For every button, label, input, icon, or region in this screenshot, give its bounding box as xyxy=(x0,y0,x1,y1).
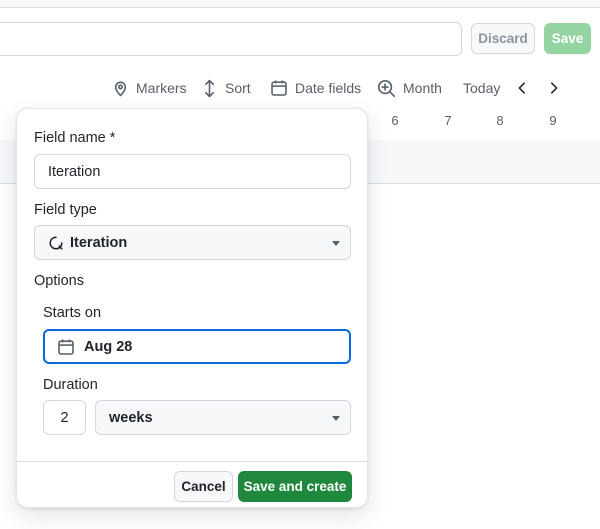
view-name-input[interactable] xyxy=(0,22,462,56)
chevron-left-icon xyxy=(515,81,529,95)
cancel-button[interactable]: Cancel xyxy=(174,471,233,502)
chevron-right-icon xyxy=(547,81,561,95)
field-type-select[interactable]: Iteration xyxy=(34,225,351,260)
options-heading: Options xyxy=(34,273,84,289)
markers-label: Markers xyxy=(136,80,187,96)
chevron-down-icon xyxy=(332,240,340,246)
new-field-dialog: Field name * Iteration Field type Iterat… xyxy=(16,108,368,508)
duration-unit-select[interactable]: weeks xyxy=(95,400,351,435)
sort-button[interactable]: Sort xyxy=(201,76,251,100)
previous-button[interactable] xyxy=(515,76,529,100)
date-fields-label: Date fields xyxy=(295,80,362,96)
duration-label: Duration xyxy=(43,377,98,393)
zoom-button[interactable]: Month xyxy=(377,76,442,100)
zoom-label: Month xyxy=(403,80,442,96)
footer-divider xyxy=(17,461,367,462)
duration-unit-value: weeks xyxy=(109,409,153,426)
starts-on-input[interactable]: Aug 28 xyxy=(43,329,351,364)
sort-icon xyxy=(201,79,218,98)
date-fields-button[interactable]: Date fields xyxy=(270,76,361,100)
save-and-create-button[interactable]: Save and create xyxy=(238,471,352,502)
location-pin-icon xyxy=(112,80,129,97)
zoom-in-icon xyxy=(377,79,396,98)
chevron-down-icon xyxy=(332,415,340,421)
calendar-icon xyxy=(57,338,75,356)
duration-number-input[interactable]: 2 xyxy=(43,400,86,435)
markers-button[interactable]: Markers xyxy=(112,76,187,100)
starts-on-label: Starts on xyxy=(43,305,102,321)
save-button[interactable]: Save xyxy=(544,23,591,54)
day-label: 6 xyxy=(391,113,399,128)
today-button[interactable]: Today xyxy=(463,76,500,100)
field-name-label: Field name * xyxy=(34,130,116,146)
top-strip xyxy=(0,0,600,8)
field-type-label: Field type xyxy=(34,202,97,218)
starts-on-value: Aug 28 xyxy=(84,338,133,355)
sort-label: Sort xyxy=(225,80,251,96)
day-label: 8 xyxy=(496,113,504,128)
field-type-value: Iteration xyxy=(70,234,128,251)
today-label: Today xyxy=(463,80,501,96)
discard-button[interactable]: Discard xyxy=(471,23,535,54)
calendar-icon xyxy=(270,79,288,97)
iteration-icon xyxy=(48,235,64,251)
next-button[interactable] xyxy=(547,76,561,100)
day-label: 7 xyxy=(444,113,452,128)
field-name-input[interactable]: Iteration xyxy=(34,154,351,189)
day-label: 9 xyxy=(549,113,557,128)
